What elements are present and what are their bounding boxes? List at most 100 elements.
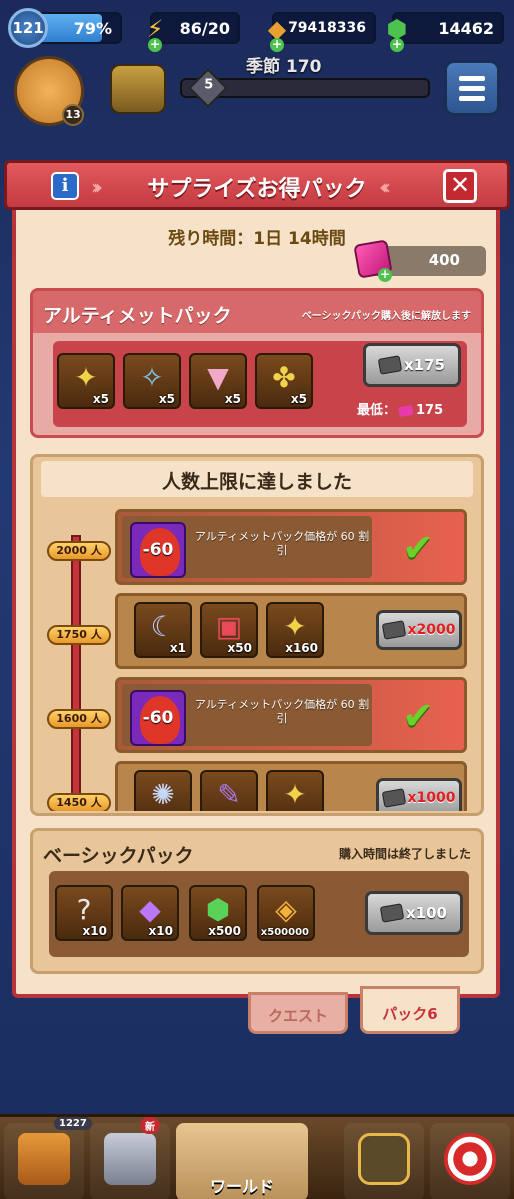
- discount-badge: -60: [130, 522, 186, 578]
- basic-pack-note: 購入時間は終了しました: [338, 847, 471, 861]
- reward-item[interactable]: ✦ x5: [57, 353, 115, 409]
- reward-item[interactable]: ? x10: [55, 885, 113, 941]
- pink-ticket-icon: [398, 404, 414, 417]
- crescent-moon-icon: ☾: [150, 610, 176, 643]
- avatar-badge: 13: [62, 104, 84, 126]
- triangle-wand-icon: ▼: [207, 361, 229, 394]
- discount-badge: -60: [130, 690, 186, 746]
- player-level: 121: [12, 19, 44, 37]
- bottom-navigation: 1227 新 ワールド: [0, 1114, 514, 1199]
- milestone-label: 1450 人: [47, 793, 111, 811]
- star-wand-icon: ✦: [74, 361, 98, 394]
- modal-header: i ››› サプライズお得パック ‹‹‹ ✕: [4, 160, 510, 210]
- basic-buy-button[interactable]: x100: [365, 891, 463, 935]
- tier-reward-box: -60 アルティメットパック価格が 60 割引: [122, 516, 372, 578]
- nav-chest[interactable]: 1227: [4, 1117, 92, 1199]
- ultimate-min-price: 最低： 175: [357, 403, 444, 418]
- green-gem-icon: ⬢ +: [386, 15, 408, 52]
- tier-row[interactable]: ☾ x1 ▣ x50 ✦ x160 x2000: [115, 593, 467, 669]
- basic-pack-title: ベーシックパック: [43, 845, 194, 867]
- season-progress[interactable]: 季節 170 5: [110, 57, 436, 114]
- reward-item[interactable]: ◆ x10: [121, 885, 179, 941]
- energy-counter[interactable]: ⚡ + 86/20: [147, 12, 240, 52]
- milestone-label: 2000 人: [47, 541, 111, 561]
- player-level-badge[interactable]: 121: [8, 8, 48, 48]
- tab-pack[interactable]: パック6: [360, 986, 460, 1034]
- nav-armor[interactable]: 新: [90, 1117, 170, 1199]
- lightning-icon: ⚡ +: [146, 15, 164, 52]
- ticket-balance-value: 400: [428, 251, 460, 269]
- star-wand-icon: ✦: [283, 610, 307, 643]
- tier-reward-box: -60 アルティメットパック価格が 60 割引: [122, 684, 372, 746]
- tier-row[interactable]: ✺ ✎ ✦ x1000: [115, 761, 467, 811]
- season-level-badge: 5: [188, 68, 228, 108]
- reward-item[interactable]: ✤ x5: [255, 353, 313, 409]
- checkmark-icon: ✔: [402, 526, 434, 570]
- reward-item[interactable]: ✦ x160: [266, 602, 324, 658]
- armor-icon: [104, 1133, 156, 1185]
- tier-rewards-panel: 人数上限に達しました 2000 人 -60 アルティメットパック価格が 60 割…: [30, 454, 484, 816]
- plus-icon[interactable]: +: [148, 38, 162, 52]
- season-label: 季節 170: [246, 57, 322, 77]
- upgrade-arrow-icon: [358, 1133, 410, 1185]
- star-wand-icon: ✦: [283, 778, 307, 811]
- reward-item[interactable]: ▼ x5: [189, 353, 247, 409]
- reward-item[interactable]: ▣ x50: [200, 602, 258, 658]
- ultimate-pack-title: アルティメットパック: [43, 305, 232, 327]
- tier-row[interactable]: -60 アルティメットパック価格が 60 割引 ✔: [115, 677, 467, 753]
- discount-description: アルティメットパック価格が 60 割引: [194, 530, 370, 557]
- nav-target[interactable]: [430, 1123, 510, 1199]
- gem-key-icon: ✧: [140, 361, 164, 394]
- tier-rewards-title: 人数上限に達しました: [41, 461, 473, 497]
- milestone-label: 1600 人: [47, 709, 111, 729]
- checkmark-icon: ✔: [402, 694, 434, 738]
- tab-quest[interactable]: クエスト: [248, 992, 348, 1034]
- purple-crystal-icon: ◆: [139, 893, 161, 926]
- milestone-label: 1750 人: [47, 625, 111, 645]
- top-hud: 121 79% ⚡ + 86/20 ◆ + 79418336 ⬢ + 14462: [0, 8, 514, 52]
- reward-item[interactable]: ✺: [134, 770, 192, 811]
- ultimate-pack-panel: アルティメットパック ベーシックパック購入後に解放します ✦ x5 ✧ x5 ▼ x5…: [30, 288, 484, 438]
- ultimate-pack-note: ベーシックパック購入後に解放します: [301, 311, 471, 322]
- nav-world[interactable]: ワールド: [176, 1123, 308, 1199]
- ultimate-buy-button[interactable]: x175: [363, 343, 461, 387]
- gem-value: 14462: [438, 18, 494, 38]
- xp-percent: 79%: [73, 18, 112, 38]
- season-shield-icon: [110, 64, 166, 114]
- reward-item[interactable]: ⬢ x500: [189, 885, 247, 941]
- gold-counter[interactable]: ◆ + 79418336: [268, 12, 376, 52]
- bow-card-icon: ◈: [275, 893, 297, 926]
- ticket-icon: [381, 788, 406, 808]
- tier-buy-button[interactable]: x1000: [376, 778, 462, 811]
- nav-upgrade[interactable]: [344, 1123, 424, 1199]
- new-badge: 新: [140, 1117, 160, 1134]
- tier-list[interactable]: 2000 人 -60 アルティメットパック価格が 60 割引 ✔ 1750 人 …: [33, 505, 481, 811]
- ticket-icon: [377, 355, 403, 375]
- ultimate-pack-header: アルティメットパック ベーシックパック購入後に解放します: [33, 291, 481, 333]
- world-label: ワールド: [209, 1177, 274, 1196]
- gold-ticket-icon: ◆ +: [267, 15, 287, 52]
- menu-icon: [459, 75, 485, 81]
- tier-buy-button[interactable]: x2000: [376, 610, 462, 650]
- reward-item[interactable]: ◈ x500000: [257, 885, 315, 941]
- reward-item[interactable]: ✎: [200, 770, 258, 811]
- tier-row[interactable]: -60 アルティメットパック価格が 60 割引 ✔: [115, 509, 467, 585]
- plus-icon[interactable]: +: [270, 38, 284, 52]
- reward-item[interactable]: ✧ x5: [123, 353, 181, 409]
- basic-pack-panel: ベーシックパック 購入時間は終了しました ? x10 ◆ x10 ⬢ x500 ◈ x5…: [30, 828, 484, 974]
- gem-counter[interactable]: ⬢ + 14462: [387, 12, 504, 52]
- reward-item[interactable]: ✦: [266, 770, 324, 811]
- target-icon: [444, 1133, 496, 1185]
- menu-button[interactable]: [444, 60, 500, 116]
- discount-description: アルティメットパック価格が 60 割引: [194, 698, 370, 725]
- close-button[interactable]: ✕: [443, 169, 477, 203]
- treasure-chest-icon: [18, 1133, 70, 1185]
- ultimate-pack-contents: ✦ x5 ✧ x5 ▼ x5 ✤ x5 x175 最低： 175: [53, 341, 467, 427]
- plus-icon[interactable]: +: [390, 38, 404, 52]
- modal-title: サプライズお得パック: [147, 177, 367, 202]
- energy-value: 86/20: [179, 18, 230, 38]
- reward-item[interactable]: ☾ x1: [134, 602, 192, 658]
- purple-scroll-icon: ✎: [217, 778, 241, 811]
- plus-icon[interactable]: +: [378, 268, 392, 282]
- red-chest-icon: ▣: [215, 610, 243, 643]
